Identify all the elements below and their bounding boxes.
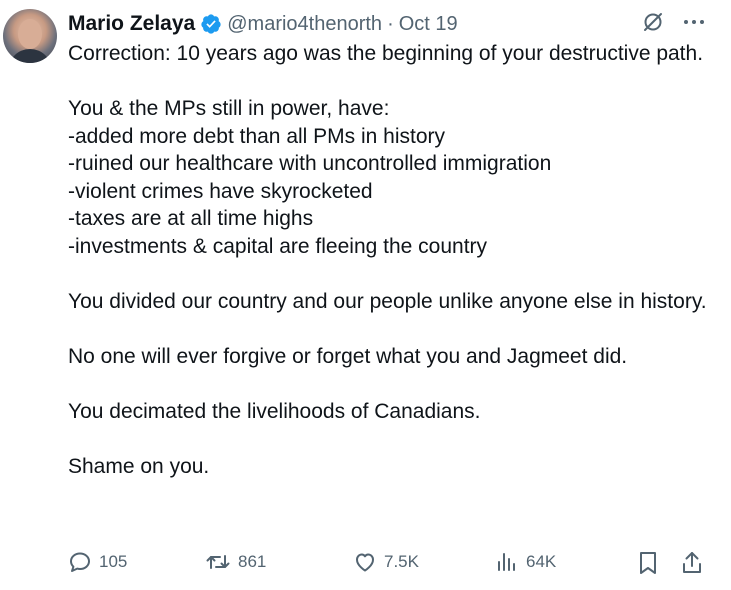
share-icon xyxy=(683,552,701,573)
verified-badge-icon[interactable] xyxy=(200,13,222,35)
author-name[interactable]: Mario Zelaya xyxy=(68,12,195,36)
grok-icon[interactable] xyxy=(641,10,665,34)
reply-icon xyxy=(70,552,90,572)
avatar-shirt xyxy=(8,49,52,63)
tweet-header: Mario Zelaya @mario4thenorth · Oct 19 xyxy=(68,9,458,39)
repost-icon xyxy=(206,555,230,569)
tweet-text: Correction: 10 years ago was the beginni… xyxy=(68,42,707,478)
like-count: 7.5K xyxy=(384,552,419,571)
action-bar: 105 861 7.5K 64K xyxy=(68,550,708,580)
views-count: 64K xyxy=(526,552,557,571)
repost-count: 861 xyxy=(238,552,267,571)
like-icon xyxy=(356,553,374,572)
header-separator: · xyxy=(387,12,394,35)
bookmark-button[interactable] xyxy=(636,550,660,576)
views-icon xyxy=(498,553,515,571)
author-handle[interactable]: @mario4thenorth xyxy=(227,13,382,36)
share-button[interactable] xyxy=(680,550,704,576)
more-icon[interactable] xyxy=(683,18,705,26)
reply-count: 105 xyxy=(99,552,128,571)
tweet-card[interactable]: Mario Zelaya @mario4thenorth · Oct 19 Co xyxy=(0,0,731,590)
avatar-face xyxy=(18,19,42,49)
views-button[interactable]: 64K xyxy=(495,550,556,574)
like-button[interactable]: 7.5K xyxy=(353,550,419,574)
header-icons xyxy=(641,10,705,34)
tweet-date[interactable]: Oct 19 xyxy=(399,13,458,36)
repost-button[interactable]: 861 xyxy=(205,550,266,574)
bookmark-icon xyxy=(640,552,656,574)
avatar[interactable] xyxy=(3,9,57,63)
reply-button[interactable]: 105 xyxy=(68,550,127,574)
